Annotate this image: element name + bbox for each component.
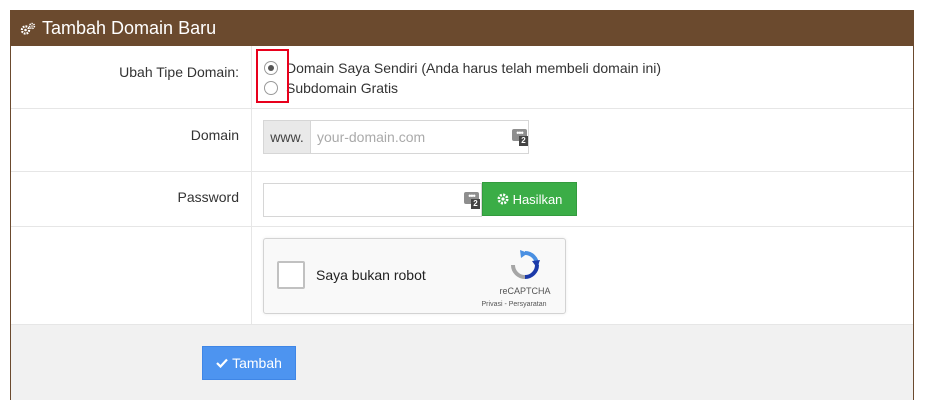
recaptcha-widget: Saya bukan robot reCAPTCHA Privasi - Per… (263, 238, 566, 314)
domain-label: Domain (190, 127, 239, 143)
add-domain-panel: Tambah Domain Baru Ubah Tipe Domain: Dom… (10, 10, 914, 400)
domain-input[interactable] (310, 120, 529, 154)
password-label: Password (177, 189, 239, 205)
add-domain-label: Tambah (232, 355, 282, 371)
domain-type-label: Ubah Tipe Domain: (119, 64, 239, 80)
recaptcha-brand: reCAPTCHA (499, 286, 551, 296)
recaptcha-checkbox[interactable] (277, 261, 305, 289)
generate-password-label: Hasilkan (512, 191, 563, 207)
form-footer (11, 325, 913, 400)
radio-free-subdomain-label: Subdomain Gratis (286, 80, 399, 96)
radio-own-domain-label: Domain Saya Sendiri (Anda harus telah me… (286, 60, 662, 76)
domain-prefix-addon: www. (263, 120, 310, 154)
radio-own-domain[interactable]: Domain Saya Sendiri (Anda harus telah me… (264, 60, 661, 76)
recaptcha-label: Saya bukan robot (316, 267, 426, 283)
generate-password-button[interactable]: Hasilkan (482, 182, 577, 216)
cogs-icon (20, 22, 36, 36)
radio-highlight-box (256, 49, 289, 103)
recaptcha-links[interactable]: Privasi - Persyaratan (464, 301, 564, 308)
recaptcha-logo-icon (509, 249, 541, 281)
panel-header: Tambah Domain Baru (11, 11, 913, 46)
domain-type-row: Ubah Tipe Domain: (11, 46, 913, 109)
password-manager-icon[interactable]: ••• 2 (464, 192, 481, 209)
add-domain-button[interactable]: Tambah (202, 346, 296, 380)
password-manager-icon[interactable]: ••• 2 (512, 129, 529, 146)
check-icon (216, 358, 228, 368)
password-manager-badge: 2 (519, 136, 528, 146)
password-manager-badge: 2 (471, 199, 480, 209)
password-input[interactable] (263, 183, 482, 217)
cog-icon (497, 193, 509, 205)
panel-title: Tambah Domain Baru (42, 18, 217, 38)
